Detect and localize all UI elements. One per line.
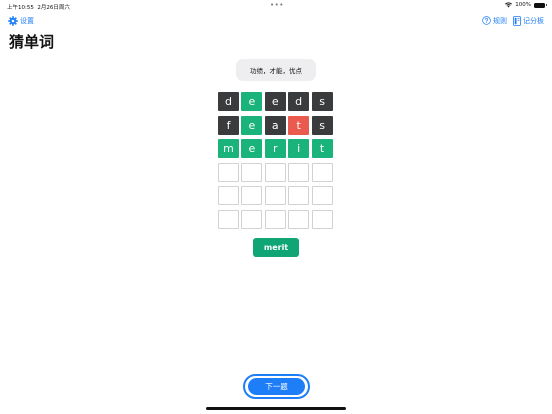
letter-tile-green: t bbox=[311, 139, 333, 159]
empty-tile bbox=[264, 162, 286, 182]
empty-tile bbox=[311, 210, 333, 229]
home-indicator[interactable] bbox=[206, 407, 346, 410]
letter-tile-gray: s bbox=[311, 115, 333, 135]
letter-tile-red: t bbox=[288, 115, 310, 135]
scoreboard-icon bbox=[513, 15, 521, 26]
empty-tile bbox=[264, 210, 286, 229]
status-time: 上午10:55 2月26日周六 bbox=[7, 3, 70, 11]
empty-tile bbox=[311, 162, 333, 182]
empty-tile bbox=[241, 210, 263, 229]
board-row bbox=[218, 210, 335, 229]
empty-tile bbox=[288, 162, 310, 182]
empty-tile bbox=[288, 186, 310, 206]
empty-tile bbox=[241, 162, 263, 182]
letter-tile-gray: d bbox=[218, 92, 239, 111]
next-button-focus-ring: 下一题 bbox=[243, 374, 310, 399]
board-row bbox=[218, 186, 335, 206]
battery-icon bbox=[534, 2, 547, 8]
settings-button[interactable]: 设置 bbox=[8, 14, 34, 27]
empty-tile bbox=[264, 186, 286, 206]
letter-tile-gray: d bbox=[288, 92, 310, 111]
board-row: feats bbox=[218, 115, 335, 135]
status-right: 100% bbox=[505, 2, 547, 8]
next-question-button[interactable]: 下一题 bbox=[248, 378, 305, 395]
empty-tile bbox=[311, 186, 333, 206]
status-date-text: 2月26日周六 bbox=[37, 5, 70, 11]
status-time-text: 上午10:55 bbox=[7, 5, 34, 11]
rules-button[interactable]: 规则 bbox=[482, 14, 507, 27]
status-bar: 上午10:55 2月26日周六 ••• 100% bbox=[0, 0, 552, 12]
letter-tile-green: e bbox=[241, 92, 263, 111]
letter-tile-gray: s bbox=[311, 92, 333, 111]
letter-tile-gray: f bbox=[218, 115, 239, 135]
letter-tile-gray: a bbox=[264, 115, 286, 135]
letter-tile-green: r bbox=[264, 139, 286, 159]
answer-badge: merit bbox=[253, 238, 299, 257]
empty-tile bbox=[218, 210, 239, 229]
battery-percent: 100% bbox=[515, 2, 531, 8]
letter-tile-green: e bbox=[241, 139, 263, 159]
empty-tile bbox=[288, 210, 310, 229]
answer-word: merit bbox=[263, 243, 289, 252]
next-question-label: 下一题 bbox=[265, 382, 288, 391]
empty-tile bbox=[241, 186, 263, 206]
board-row bbox=[218, 162, 335, 182]
board-row: merit bbox=[218, 139, 335, 159]
letter-tile-green: e bbox=[241, 115, 263, 135]
letter-tile-green: m bbox=[218, 139, 239, 159]
multitask-dots-icon[interactable]: ••• bbox=[270, 1, 284, 9]
letter-tile-green: i bbox=[288, 139, 310, 159]
wifi-icon bbox=[505, 2, 513, 8]
scoreboard-button[interactable]: 记分板 bbox=[513, 14, 544, 27]
rules-label: 规则 bbox=[493, 16, 507, 25]
scoreboard-label: 记分板 bbox=[523, 16, 544, 25]
board-row: deeds bbox=[218, 92, 335, 111]
hint-text: 功绩，才能，优点 bbox=[250, 67, 302, 75]
hint-bubble: 功绩，才能，优点 bbox=[236, 59, 316, 81]
settings-label: 设置 bbox=[20, 16, 34, 25]
page-title: 猜单词 bbox=[9, 33, 55, 51]
question-circle-icon bbox=[482, 16, 491, 25]
letter-tile-gray: e bbox=[264, 92, 286, 111]
empty-tile bbox=[218, 186, 239, 206]
empty-tile bbox=[218, 162, 239, 182]
gear-icon bbox=[8, 15, 18, 26]
